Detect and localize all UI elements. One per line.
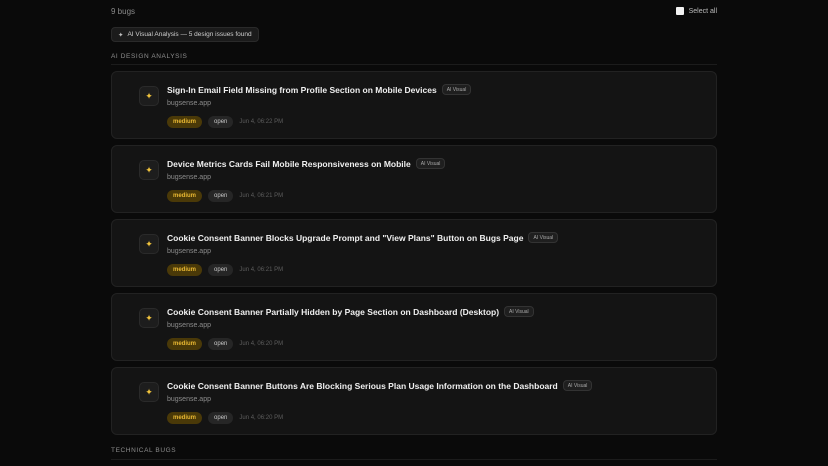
ai-visual-badge: AI Visual bbox=[504, 306, 534, 317]
bug-type-icon: ✦ bbox=[139, 86, 159, 106]
bug-count: 9 bugs bbox=[111, 7, 136, 16]
bug-meta: medium open Jun 4, 06:21 PM bbox=[167, 190, 283, 202]
bug-timestamp: Jun 4, 06:22 PM bbox=[239, 119, 284, 125]
severity-badge: medium bbox=[167, 338, 203, 350]
bug-title[interactable]: Cookie Consent Banner Partially Hidden b… bbox=[167, 307, 499, 317]
sparkle-icon: ✦ bbox=[145, 312, 153, 323]
section-divider bbox=[111, 64, 717, 65]
bug-type-icon: ✦ bbox=[139, 382, 159, 402]
severity-badge: medium bbox=[167, 190, 203, 202]
list-header: 9 bugs Select all bbox=[111, 7, 717, 19]
select-all-control[interactable]: Select all bbox=[675, 7, 717, 15]
ai-visual-badge: AI Visual bbox=[562, 380, 593, 391]
bug-card[interactable]: ✦ Cookie Consent Banner Partially Hidden… bbox=[111, 293, 717, 361]
status-badge: open bbox=[208, 338, 234, 350]
select-all-checkbox[interactable] bbox=[675, 7, 684, 15]
bug-timestamp: Jun 4, 06:20 PM bbox=[239, 341, 284, 347]
bug-type-icon: ✦ bbox=[139, 160, 159, 180]
bug-card[interactable]: ✦ Cookie Consent Banner Buttons Are Bloc… bbox=[111, 367, 717, 435]
bug-type-icon: ✦ bbox=[139, 308, 159, 328]
section-heading-technical: TECHNICAL BUGS bbox=[111, 447, 177, 454]
status-badge: open bbox=[208, 116, 234, 128]
sparkle-icon: ✦ bbox=[145, 386, 153, 397]
ai-analysis-chip: ✦ AI Visual Analysis — 5 design issues f… bbox=[111, 27, 259, 42]
section-divider bbox=[111, 459, 717, 460]
bug-timestamp: Jun 4, 06:21 PM bbox=[239, 193, 284, 199]
bug-type-icon: ✦ bbox=[139, 234, 159, 254]
section-heading-ai-design: AI DESIGN ANALYSIS bbox=[111, 53, 188, 60]
bug-meta: medium open Jun 4, 06:21 PM bbox=[167, 264, 283, 276]
ai-visual-badge: AI Visual bbox=[441, 84, 472, 95]
sparkle-icon: ✦ bbox=[145, 238, 153, 249]
bug-meta: medium open Jun 4, 06:22 PM bbox=[167, 116, 283, 128]
severity-badge: medium bbox=[167, 116, 203, 128]
bug-meta: medium open Jun 4, 06:20 PM bbox=[167, 412, 283, 424]
bug-title-row: Cookie Consent Banner Blocks Upgrade Pro… bbox=[167, 232, 559, 243]
sparkle-icon: ✦ bbox=[145, 164, 153, 175]
bug-domain: bugsense.app bbox=[167, 100, 211, 107]
status-badge: open bbox=[208, 264, 234, 276]
severity-badge: medium bbox=[167, 264, 203, 276]
bug-title[interactable]: Sign-In Email Field Missing from Profile… bbox=[167, 85, 437, 95]
sparkle-icon: ✦ bbox=[118, 31, 124, 39]
bug-domain: bugsense.app bbox=[167, 396, 211, 403]
bug-title[interactable]: Cookie Consent Banner Blocks Upgrade Pro… bbox=[167, 233, 523, 243]
ai-visual-badge: AI Visual bbox=[528, 232, 559, 243]
bug-domain: bugsense.app bbox=[167, 248, 211, 255]
bug-domain: bugsense.app bbox=[167, 322, 211, 329]
sparkle-icon: ✦ bbox=[145, 90, 153, 101]
bug-title[interactable]: Device Metrics Cards Fail Mobile Respons… bbox=[167, 159, 411, 169]
bug-card[interactable]: ✦ Device Metrics Cards Fail Mobile Respo… bbox=[111, 145, 717, 213]
bug-domain: bugsense.app bbox=[167, 174, 211, 181]
select-all-label[interactable]: Select all bbox=[689, 8, 717, 15]
bug-timestamp: Jun 4, 06:21 PM bbox=[239, 267, 284, 273]
bug-meta: medium open Jun 4, 06:20 PM bbox=[167, 338, 283, 350]
bug-title[interactable]: Cookie Consent Banner Buttons Are Blocki… bbox=[167, 381, 558, 391]
ai-analysis-label: AI Visual Analysis — 5 design issues fou… bbox=[127, 31, 252, 38]
bug-card[interactable]: ✦ Cookie Consent Banner Blocks Upgrade P… bbox=[111, 219, 717, 287]
ai-visual-badge: AI Visual bbox=[415, 158, 446, 169]
status-badge: open bbox=[208, 190, 234, 202]
bug-timestamp: Jun 4, 06:20 PM bbox=[239, 415, 284, 421]
bug-title-row: Device Metrics Cards Fail Mobile Respons… bbox=[167, 158, 446, 169]
bug-card[interactable]: ✦ Sign-In Email Field Missing from Profi… bbox=[111, 71, 717, 139]
bug-title-row: Sign-In Email Field Missing from Profile… bbox=[167, 84, 472, 95]
bug-title-row: Cookie Consent Banner Partially Hidden b… bbox=[167, 306, 534, 317]
status-badge: open bbox=[208, 412, 234, 424]
severity-badge: medium bbox=[167, 412, 203, 424]
bug-title-row: Cookie Consent Banner Buttons Are Blocki… bbox=[167, 380, 593, 391]
